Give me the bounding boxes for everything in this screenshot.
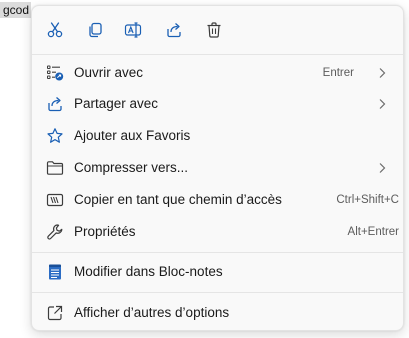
menu-item-label: Partager avec <box>74 96 159 111</box>
share-with-icon <box>46 95 64 113</box>
wrench-icon <box>46 223 64 241</box>
trash-icon <box>207 22 221 38</box>
menu-item-open-with[interactable]: Ouvrir avec Entrer <box>36 58 399 88</box>
menu-item-compress-to[interactable]: Compresser vers... <box>36 153 399 183</box>
open-with-icon <box>46 64 64 82</box>
copy-icon <box>89 22 102 38</box>
chevron-right-icon <box>377 98 387 110</box>
shortcut-text: Alt+Entrer <box>347 226 399 238</box>
menu-item-label: Propriétés <box>74 224 136 239</box>
rename-icon <box>124 22 142 38</box>
copy-button[interactable] <box>80 16 110 44</box>
share-icon <box>167 23 181 38</box>
cut-button[interactable] <box>40 16 70 44</box>
desktop: gcod Ouvrir avec Entrer Partager avec Aj… <box>0 0 409 338</box>
menu-separator <box>32 54 403 55</box>
copy-path-icon <box>46 191 64 209</box>
shortcut-text: Ctrl+Shift+C <box>336 194 399 206</box>
menu-item-label: Copier en tant que chemin d’accès <box>74 192 282 207</box>
menu-item-properties[interactable]: Propriétés Alt+Entrer <box>36 217 399 247</box>
context-menu: Ouvrir avec Entrer Partager avec Ajouter… <box>31 5 404 331</box>
menu-item-label: Ouvrir avec <box>74 65 144 80</box>
notepad-icon <box>46 263 64 281</box>
menu-item-share-with[interactable]: Partager avec <box>36 89 399 119</box>
menu-item-edit-in-notepad[interactable]: Modifier dans Bloc-notes <box>36 257 399 287</box>
menu-separator <box>32 292 403 293</box>
compress-folder-icon <box>46 159 64 177</box>
more-options-icon <box>46 304 64 322</box>
context-menu-toolbar <box>32 6 403 54</box>
menu-item-label: Compresser vers... <box>74 160 189 175</box>
menu-item-copy-as-path[interactable]: Copier en tant que chemin d’accès Ctrl+S… <box>36 185 399 215</box>
star-icon <box>46 127 64 145</box>
chevron-right-icon <box>377 162 387 174</box>
menu-item-label: Ajouter aux Favoris <box>74 128 191 143</box>
file-name-label[interactable]: gcod <box>0 2 32 18</box>
menu-item-add-to-favorites[interactable]: Ajouter aux Favoris <box>36 121 399 151</box>
menu-separator <box>32 252 403 253</box>
scissors-icon <box>47 22 63 38</box>
share-button[interactable] <box>159 16 189 44</box>
menu-item-label: Afficher d’autres d’options <box>74 305 230 320</box>
delete-button[interactable] <box>199 16 229 44</box>
menu-item-label: Modifier dans Bloc-notes <box>74 264 223 279</box>
menu-item-show-more-options[interactable]: Afficher d’autres d’options <box>36 298 399 328</box>
shortcut-text: Entrer <box>322 67 354 79</box>
rename-button[interactable] <box>118 16 148 44</box>
chevron-right-icon <box>377 67 387 79</box>
